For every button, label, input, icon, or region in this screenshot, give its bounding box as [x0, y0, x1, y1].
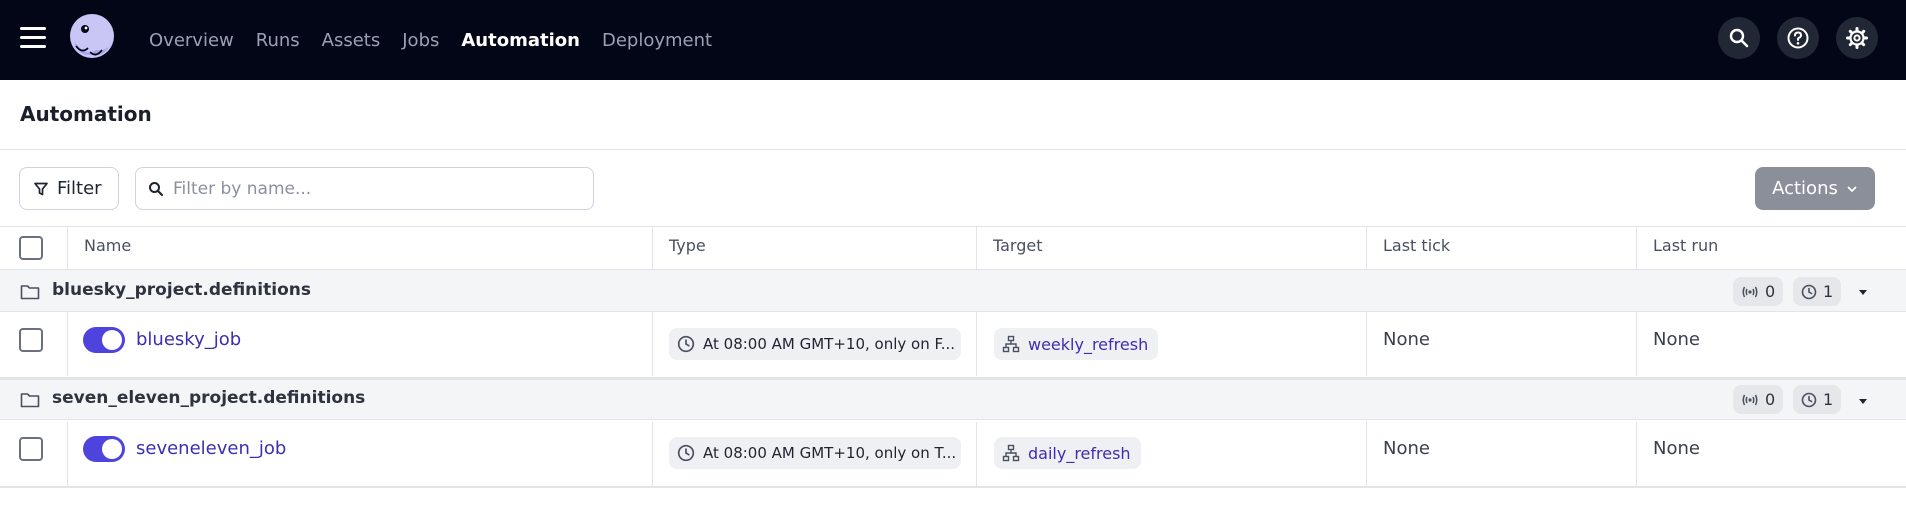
target-name: weekly_refresh	[1028, 334, 1149, 354]
last-run-value: None	[1653, 438, 1700, 459]
job-graph-icon	[1002, 335, 1020, 353]
logo-icon[interactable]	[66, 12, 118, 64]
filter-icon	[34, 182, 48, 195]
column-divider	[976, 422, 977, 486]
column-divider	[652, 312, 653, 376]
job-name-link[interactable]: bluesky_job	[136, 329, 241, 350]
column-divider	[1636, 312, 1637, 376]
sensor-count-badge: 0	[1733, 385, 1784, 414]
caret-down-icon[interactable]	[1857, 395, 1869, 407]
clock-icon	[677, 444, 695, 462]
schedule-description: At 08:00 AM GMT+10, only on F...	[703, 335, 956, 353]
column-divider	[1366, 422, 1367, 486]
help-button[interactable]	[1777, 17, 1819, 59]
actions-button-label: Actions	[1772, 178, 1838, 199]
column-divider	[976, 312, 977, 376]
gear-icon	[1846, 27, 1868, 49]
filter-button-label: Filter	[57, 178, 102, 199]
clock-icon	[677, 335, 695, 353]
sensor-count-badge: 0	[1733, 277, 1784, 306]
sensor-count: 0	[1765, 390, 1776, 409]
column-divider	[976, 226, 977, 269]
search-icon	[149, 181, 164, 196]
schedule-count-badge: 1	[1793, 277, 1842, 306]
target-chip[interactable]: daily_refresh	[994, 437, 1141, 469]
nav-item-assets[interactable]: Assets	[322, 30, 381, 51]
sensor-icon	[1742, 286, 1758, 297]
column-header-last-run[interactable]: Last run	[1653, 236, 1718, 255]
column-divider	[67, 226, 68, 269]
column-divider	[1366, 226, 1367, 269]
job-name-link[interactable]: seveneleven_job	[136, 438, 286, 459]
job-graph-icon	[1002, 444, 1020, 462]
main-nav: Overview Runs Assets Jobs Automation Dep…	[149, 0, 712, 80]
last-tick-value: None	[1383, 438, 1430, 459]
last-run-value: None	[1653, 329, 1700, 350]
caret-down-icon[interactable]	[1857, 286, 1869, 298]
nav-item-runs[interactable]: Runs	[256, 30, 300, 51]
column-divider	[652, 226, 653, 269]
help-icon	[1787, 27, 1809, 49]
column-header-last-tick[interactable]: Last tick	[1383, 236, 1450, 255]
column-header-type[interactable]: Type	[669, 236, 706, 255]
settings-button[interactable]	[1836, 17, 1878, 59]
column-divider	[1366, 312, 1367, 376]
column-header-target[interactable]: Target	[993, 236, 1043, 255]
actions-button[interactable]: Actions	[1755, 167, 1875, 210]
group-name: bluesky_project.definitions	[52, 280, 311, 300]
job-toggle[interactable]	[83, 327, 125, 353]
schedule-count-badge: 1	[1793, 385, 1842, 414]
top-nav-bar: Overview Runs Assets Jobs Automation Dep…	[0, 0, 1906, 80]
target-chip[interactable]: weekly_refresh	[994, 328, 1159, 360]
column-divider	[67, 422, 68, 486]
nav-item-deployment[interactable]: Deployment	[602, 30, 712, 51]
table-top-border	[0, 226, 1906, 227]
sensor-icon	[1742, 394, 1758, 405]
column-divider	[1636, 226, 1637, 269]
target-name: daily_refresh	[1028, 443, 1131, 463]
column-header-name[interactable]: Name	[84, 236, 131, 255]
column-divider	[67, 312, 68, 376]
schedule-description: At 08:00 AM GMT+10, only on T...	[703, 444, 957, 462]
divider	[0, 149, 1906, 150]
nav-item-overview[interactable]: Overview	[149, 30, 234, 51]
schedule-type-chip[interactable]: At 08:00 AM GMT+10, only on F...	[669, 328, 961, 360]
search-icon	[1729, 28, 1749, 48]
page-title: Automation	[20, 102, 152, 126]
row-checkbox[interactable]	[19, 437, 43, 461]
folder-icon	[20, 285, 40, 300]
sensor-count: 0	[1765, 282, 1776, 301]
nav-item-automation[interactable]: Automation	[461, 30, 580, 51]
search-button[interactable]	[1718, 17, 1760, 59]
group-name: seven_eleven_project.definitions	[52, 388, 366, 408]
schedule-type-chip[interactable]: At 08:00 AM GMT+10, only on T...	[669, 437, 961, 469]
column-divider	[652, 422, 653, 486]
last-tick-value: None	[1383, 329, 1430, 350]
group-row[interactable]: bluesky_project.definitions 0 1	[0, 269, 1906, 312]
group-row[interactable]: seven_eleven_project.definitions 0 1	[0, 377, 1906, 420]
search-input[interactable]	[173, 178, 593, 199]
select-all-checkbox[interactable]	[19, 236, 43, 260]
nav-item-jobs[interactable]: Jobs	[402, 30, 439, 51]
column-divider	[1636, 422, 1637, 486]
folder-icon	[20, 393, 40, 408]
clock-icon	[1801, 284, 1817, 299]
schedule-count: 1	[1823, 282, 1834, 301]
clock-icon	[1801, 392, 1817, 407]
chevron-down-icon	[1847, 186, 1857, 192]
search-box	[135, 167, 594, 210]
row-checkbox[interactable]	[19, 328, 43, 352]
table-bottom-border	[0, 486, 1906, 488]
menu-icon[interactable]	[20, 27, 46, 49]
job-toggle[interactable]	[83, 436, 125, 462]
filter-button[interactable]: Filter	[19, 167, 119, 210]
schedule-count: 1	[1823, 390, 1834, 409]
